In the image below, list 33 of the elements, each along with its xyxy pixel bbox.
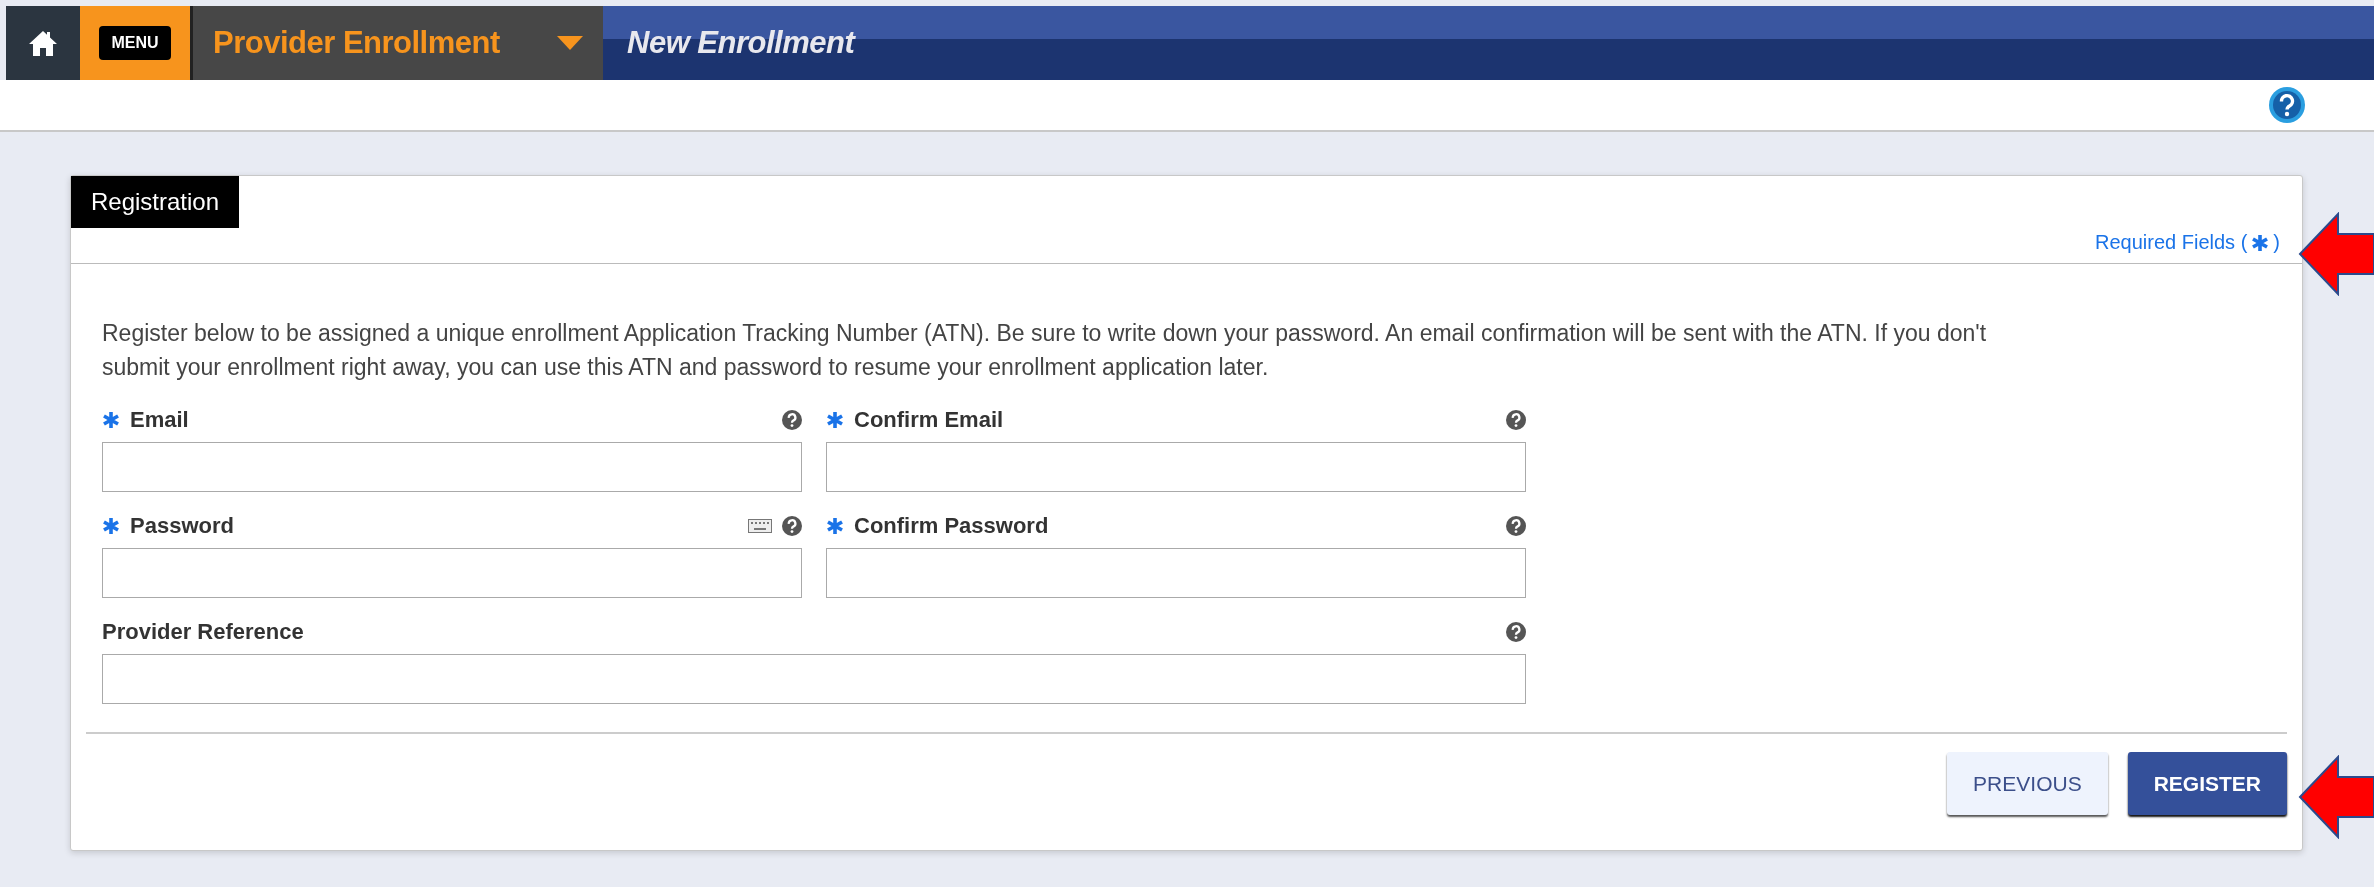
registration-tab[interactable]: Registration — [71, 176, 240, 228]
field-label: Confirm Email — [854, 407, 1004, 433]
help-icon[interactable] — [782, 516, 802, 536]
input-field[interactable] — [102, 548, 802, 598]
menu-button[interactable]: MENU — [99, 26, 171, 60]
input-field[interactable] — [102, 654, 1526, 704]
required-fields-link[interactable]: Required Fields ( ) — [2095, 231, 2280, 254]
previous-button[interactable]: PREVIOUS — [1947, 752, 2108, 815]
caret-icon — [557, 36, 583, 50]
help-icon[interactable] — [1506, 622, 1526, 642]
intro-text: Register below to be assigned a unique enrollment Application Tracking Number (ATN). Be sure to write down your password. An email confirmation will be sent with the ATN. If you don't submit your enrollment right away, you can use this ATN and password to resume your enrollment application later. — [102, 319, 1988, 382]
input-field[interactable] — [102, 442, 802, 492]
help-icon[interactable] — [2268, 86, 2306, 124]
input-field[interactable] — [826, 548, 1526, 598]
keyboard-icon[interactable] — [748, 519, 772, 533]
input-field[interactable] — [826, 442, 1526, 492]
help-icon[interactable] — [782, 410, 802, 430]
field-label: Email — [130, 407, 189, 433]
home-icon — [28, 29, 58, 57]
required-icon — [102, 411, 120, 429]
module-dropdown[interactable]: Provider Enrollment — [193, 6, 603, 80]
required-icon — [102, 517, 120, 535]
field-label: Confirm Password — [854, 513, 1049, 539]
page-title: New Enrollment — [627, 25, 855, 61]
field-label: Provider Reference — [102, 619, 304, 645]
required-icon — [2251, 233, 2270, 252]
help-icon[interactable] — [1506, 410, 1526, 430]
field-label: Password — [130, 513, 234, 539]
required-icon — [826, 517, 844, 535]
home-button[interactable] — [6, 6, 80, 80]
help-icon[interactable] — [1506, 516, 1526, 536]
register-button[interactable]: REGISTER — [2127, 752, 2287, 815]
required-icon — [826, 411, 844, 429]
